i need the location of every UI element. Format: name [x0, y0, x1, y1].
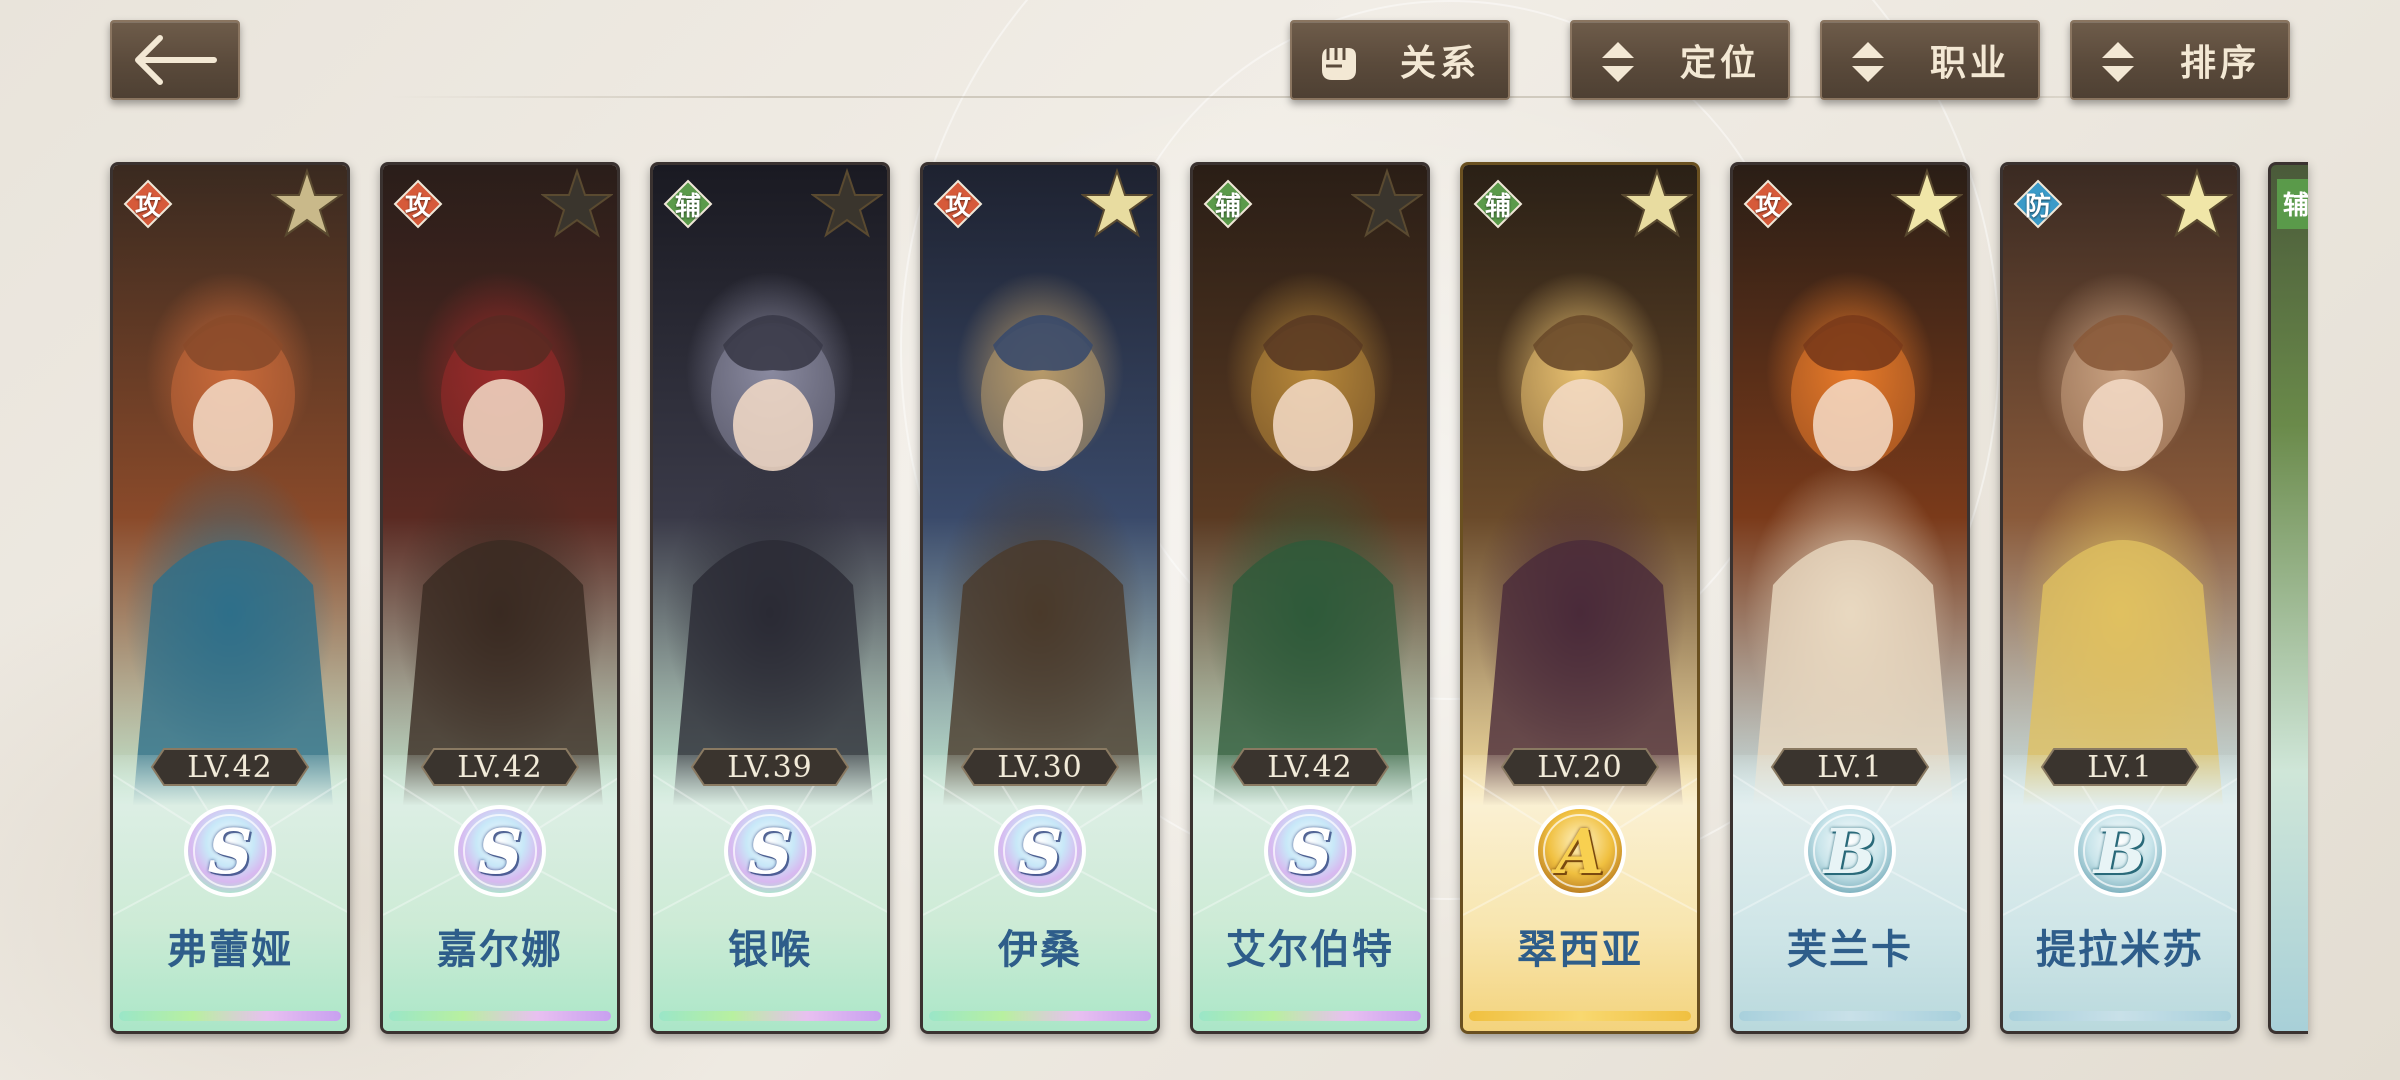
grade-letter: S: [477, 814, 523, 888]
level-text: LV.42: [1267, 749, 1353, 785]
fist-icon: [1322, 48, 1356, 80]
star-icon: [271, 167, 343, 238]
character-portrait: [1193, 165, 1427, 805]
character-name: 提拉米苏: [2036, 927, 2204, 973]
character-card[interactable]: 辅 LV.20 A 翠西亚: [1460, 162, 1700, 1034]
level-badge: LV.1: [1770, 745, 1930, 789]
level-text: LV.42: [187, 749, 273, 785]
star-icon: [2161, 167, 2233, 238]
level-badge: LV.1: [2040, 745, 2200, 789]
rarity-bar: [1469, 1011, 1691, 1021]
rarity-bar: [659, 1011, 881, 1021]
grade-letter: S: [1017, 814, 1063, 888]
grade-letter: B: [2093, 814, 2147, 888]
character-portrait: [653, 165, 887, 805]
character-card[interactable]: 攻 LV.30 S 伊桑: [920, 162, 1160, 1034]
level-badge: LV.30: [960, 745, 1120, 789]
character-name: 嘉尔娜: [437, 927, 563, 973]
sort-arrows-icon: [1852, 42, 1884, 82]
rarity-bar: [1739, 1011, 1961, 1021]
role-label: 防: [2024, 191, 2051, 222]
role-label: 攻: [134, 191, 161, 222]
character-card[interactable]: 攻 LV.42: [380, 162, 620, 1034]
level-badge: LV.20: [1500, 745, 1660, 789]
character-name: 银喉: [728, 927, 812, 973]
level-badge: LV.39: [690, 745, 850, 789]
back-button[interactable]: [110, 20, 240, 100]
character-card[interactable]: 辅 LV.42 S 艾尔伯特: [1190, 162, 1430, 1034]
character-portrait: [383, 165, 617, 805]
role-label: 攻: [944, 191, 971, 222]
level-text: LV.20: [1537, 749, 1623, 785]
class-filter-label: 职业: [1929, 43, 2010, 84]
star-icon: [1621, 167, 1693, 238]
star-icon: [811, 167, 883, 238]
sort-arrows-icon: [1602, 42, 1634, 82]
role-label: 辅: [1484, 191, 1511, 222]
star-icon: [541, 167, 613, 238]
position-filter-label: 定位: [1679, 43, 1760, 84]
character-card-partial[interactable]: 辅: [2268, 162, 2308, 1034]
character-name: 伊桑: [998, 927, 1082, 973]
level-badge: LV.42: [1230, 745, 1390, 789]
role-label: 辅: [2283, 191, 2308, 221]
level-badge: LV.42: [150, 745, 310, 789]
character-card[interactable]: 辅 LV.39 S 银喉: [650, 162, 890, 1034]
character-portrait: [113, 165, 347, 805]
role-label: 攻: [1754, 191, 1781, 222]
level-text: LV.42: [457, 749, 543, 785]
character-card[interactable]: 攻 LV.42: [110, 162, 350, 1034]
position-filter-button[interactable]: 定位: [1570, 20, 1790, 100]
grade-letter: A: [1555, 814, 1605, 888]
star-icon: [1891, 167, 1963, 238]
level-badge: LV.42: [420, 745, 580, 789]
star-icon: [1351, 167, 1423, 238]
character-name: 翠西亚: [1517, 927, 1643, 973]
character-name: 弗蕾娅: [167, 927, 293, 973]
role-label: 攻: [404, 191, 431, 222]
back-arrow-icon: [135, 35, 217, 85]
rarity-bar: [389, 1011, 611, 1021]
grade-letter: S: [1287, 814, 1333, 888]
rarity-bar: [929, 1011, 1151, 1021]
sort-arrows-icon: [2102, 42, 2134, 82]
character-portrait: [1463, 165, 1697, 805]
character-card[interactable]: 攻 LV.1 B 芙兰卡: [1730, 162, 1970, 1034]
character-name: 艾尔伯特: [1226, 927, 1394, 973]
character-portrait: [2003, 165, 2237, 805]
relationship-filter-label: 关系: [1399, 43, 1480, 84]
role-label: 辅: [1214, 191, 1241, 222]
grade-letter: B: [1823, 814, 1877, 888]
character-portrait: [923, 165, 1157, 805]
star-icon: [1081, 167, 1153, 238]
sort-label: 排序: [2179, 43, 2260, 84]
sort-button[interactable]: 排序: [2070, 20, 2290, 100]
grade-letter: S: [747, 814, 793, 888]
character-card[interactable]: 防 LV.1 B 提拉米苏: [2000, 162, 2240, 1034]
rarity-bar: [1199, 1011, 1421, 1021]
relationship-filter-button[interactable]: 关系: [1290, 20, 1510, 100]
level-text: LV.39: [727, 749, 813, 785]
rarity-bar: [119, 1011, 341, 1021]
character-portrait: [1733, 165, 1967, 805]
class-filter-button[interactable]: 职业: [1820, 20, 2040, 100]
level-text: LV.1: [2087, 749, 2153, 785]
role-label: 辅: [674, 191, 701, 222]
grade-letter: S: [207, 814, 253, 888]
rarity-bar: [2009, 1011, 2231, 1021]
level-text: LV.1: [1817, 749, 1883, 785]
level-text: LV.30: [997, 749, 1083, 785]
character-name: 芙兰卡: [1787, 927, 1913, 973]
